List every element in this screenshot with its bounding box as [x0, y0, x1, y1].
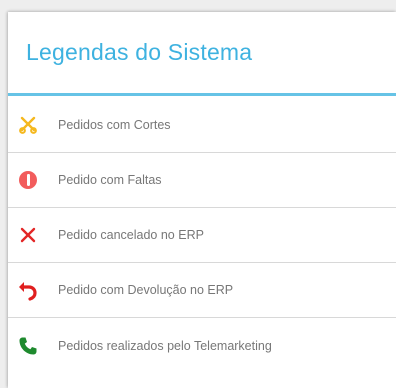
legend-screen: Legendas do Sistema Pedidos com Cortes P… — [0, 0, 396, 388]
legend-item-label: Pedido com Devolução no ERP — [58, 283, 234, 297]
half-circle-icon — [16, 168, 40, 192]
close-x-icon — [16, 223, 40, 247]
legend-list: Pedidos com Cortes Pedido com Faltas Ped… — [8, 98, 396, 373]
legend-item-label: Pedido com Faltas — [58, 173, 162, 187]
scissors-icon — [16, 113, 40, 137]
legend-item-cancelado: Pedido cancelado no ERP — [8, 208, 396, 263]
panel-title: Legendas do Sistema — [26, 39, 253, 65]
phone-icon — [16, 334, 40, 358]
legend-item-faltas: Pedido com Faltas — [8, 153, 396, 208]
legend-panel: Legendas do Sistema Pedidos com Cortes P… — [8, 12, 396, 388]
legend-item-label: Pedidos com Cortes — [58, 118, 171, 132]
legend-item-label: Pedido cancelado no ERP — [58, 228, 204, 242]
legend-item-devolucao: Pedido com Devolução no ERP — [8, 263, 396, 318]
undo-arrow-icon — [16, 278, 40, 302]
legend-item-label: Pedidos realizados pelo Telemarketing — [58, 338, 272, 353]
legend-item-telemarketing: Pedidos realizados pelo Telemarketing — [8, 318, 396, 373]
legend-item-cortes: Pedidos com Cortes — [8, 98, 396, 153]
panel-header: Legendas do Sistema — [8, 12, 396, 96]
